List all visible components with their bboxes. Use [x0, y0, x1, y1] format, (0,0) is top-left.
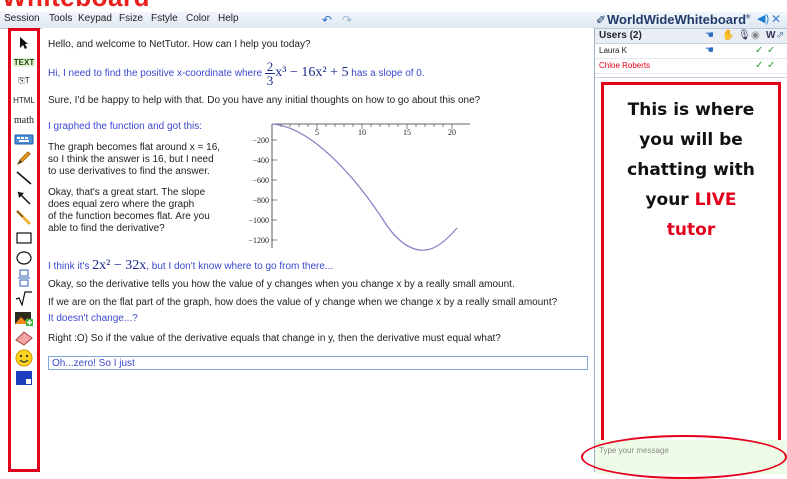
- tutor-message: If we are on the flat part of the graph,…: [48, 297, 558, 308]
- student-message: It doesn't change...?: [48, 313, 138, 324]
- users-panel: Users (2) ☚ ✋ 🎙 ◉ W ⇗ Laura K ☚ ✓ ✓ Chlo…: [595, 29, 787, 78]
- smiley-icon: [15, 349, 33, 367]
- arrow-tool[interactable]: [13, 188, 35, 208]
- y-tick-label: −200: [252, 136, 269, 145]
- menu-tools[interactable]: Tools: [49, 13, 72, 24]
- line-icon: [16, 171, 32, 185]
- rectangle-tool[interactable]: [13, 228, 35, 248]
- student-message: I graphed the function and got this:: [48, 121, 202, 132]
- user-row[interactable]: Laura K ☚ ✓ ✓: [595, 44, 787, 59]
- y-tick-label: −1200: [248, 236, 269, 245]
- user-name: Chloe Roberts: [599, 61, 651, 70]
- redo-icon[interactable]: ↷: [342, 13, 352, 27]
- check-icon: ✓: [767, 45, 776, 56]
- student-message: Hi, I need to find the positive x-coordi…: [48, 59, 425, 88]
- microphone-icon[interactable]: 🎙: [738, 30, 751, 41]
- hand-icon[interactable]: ☚: [705, 30, 714, 41]
- tutor-message: Okay, that's a great start. The slope do…: [48, 187, 210, 234]
- ellipse-icon: [16, 251, 32, 265]
- whiteboard-permission-label: W: [766, 30, 776, 41]
- pointer-tool[interactable]: [13, 33, 35, 53]
- division-icon: [18, 269, 30, 287]
- user-row[interactable]: Chloe Roberts ✓ ✓: [595, 59, 787, 74]
- raise-hand-icon[interactable]: ✋: [722, 30, 734, 41]
- brand-logo-icon: ✐: [596, 13, 607, 27]
- webcam-icon[interactable]: ◉: [751, 30, 760, 41]
- share-icon[interactable]: ⇗: [776, 30, 784, 41]
- menu-keypad[interactable]: Keypad: [78, 13, 112, 24]
- eraser-tool[interactable]: [13, 328, 35, 348]
- hand-icon: ☚: [705, 45, 714, 56]
- rectangle-icon: [16, 232, 32, 244]
- x-tick-label: 20: [448, 128, 456, 137]
- smiley-tool[interactable]: [13, 348, 35, 368]
- function-graph: 5 10 15 20 −200 −400 −600 −800 −1000 −12…: [248, 123, 470, 251]
- color-picker-icon: [16, 371, 32, 385]
- tutor-message: Sure, I'd be happy to help with that. Do…: [48, 95, 481, 106]
- pencil-icon: [16, 151, 31, 166]
- y-tick-label: −400: [252, 156, 269, 165]
- tutor-message: Okay, so the derivative tells you how th…: [48, 279, 515, 290]
- user-name: Laura K: [599, 46, 628, 55]
- menu-color[interactable]: Color: [186, 13, 210, 24]
- y-tick-label: −800: [252, 196, 269, 205]
- menu-bar: Session Tools Keypad Fsize Fstyle Color …: [0, 12, 595, 29]
- annotation-text: This is where you will be chatting with …: [627, 100, 755, 240]
- brand-name: WorldWideWhiteboard®: [607, 12, 751, 27]
- message-input-highlight: [581, 435, 787, 479]
- html-tool[interactable]: HTML: [13, 90, 35, 110]
- highlighter-icon: [15, 209, 32, 226]
- undo-icon[interactable]: ↶: [322, 13, 332, 27]
- color-tool[interactable]: [13, 368, 35, 388]
- menu-fsize[interactable]: Fsize: [119, 13, 143, 24]
- users-title: Users (2): [599, 30, 642, 41]
- check-icon: ✓: [767, 60, 776, 71]
- volume-icon[interactable]: ◀): [757, 12, 769, 25]
- paste-text-tool[interactable]: ⎘T: [13, 71, 35, 91]
- chat-area-annotation: This is where you will be chatting with …: [601, 82, 781, 473]
- fraction: 23: [264, 59, 276, 88]
- x-tick-label: 10: [358, 128, 366, 137]
- line-tool[interactable]: [13, 168, 35, 188]
- x-tick-label: 15: [403, 128, 411, 137]
- menu-help[interactable]: Help: [218, 13, 239, 24]
- square-root-icon: [15, 291, 32, 306]
- close-icon[interactable]: ✕: [771, 12, 781, 26]
- check-icon: ✓: [755, 45, 764, 56]
- image-icon: [15, 312, 33, 326]
- keyboard-icon: [14, 134, 34, 145]
- tutor-message: Right :O) So if the value of the derivat…: [48, 333, 501, 344]
- x-tick-label: 5: [315, 128, 319, 137]
- brand-bar: ✐ WorldWideWhiteboard® ◀) ✕: [595, 12, 787, 29]
- pen-tool[interactable]: [13, 148, 35, 168]
- whiteboard-canvas[interactable]: Hello, and welcome to NetTutor. How can …: [42, 28, 595, 472]
- division-tool[interactable]: [13, 268, 35, 288]
- highlighter-tool[interactable]: [13, 208, 35, 228]
- menu-session[interactable]: Session: [4, 13, 40, 24]
- tutor-message: Hello, and welcome to NetTutor. How can …: [48, 39, 311, 50]
- menu-fstyle[interactable]: Fstyle: [151, 13, 178, 24]
- y-tick-label: −600: [252, 176, 269, 185]
- users-header: Users (2) ☚ ✋ 🎙 ◉ W ⇗: [595, 29, 787, 44]
- image-tool[interactable]: [13, 308, 35, 328]
- page-title-fragment: Whiteboard: [0, 0, 787, 12]
- student-message: I think it's 2x² − 32x, but I don't know…: [48, 258, 334, 273]
- student-message: The graph becomes flat around x = 16, so…: [48, 142, 221, 177]
- math-tool[interactable]: math: [13, 110, 35, 130]
- sqrt-tool[interactable]: [13, 288, 35, 308]
- arrow-pointer-icon: [20, 37, 28, 49]
- ellipse-tool[interactable]: [13, 248, 35, 268]
- text-tool[interactable]: TEXT: [12, 52, 36, 72]
- y-tick-label: −1000: [248, 216, 269, 225]
- keyboard-tool[interactable]: [13, 129, 35, 149]
- arrow-icon: [17, 191, 31, 205]
- eraser-icon: [15, 331, 33, 346]
- check-icon: ✓: [755, 60, 764, 71]
- function-curve: [271, 123, 458, 251]
- tool-palette: TEXT ⎘T HTML math: [8, 28, 40, 472]
- whiteboard-text-input[interactable]: Oh...zero! So I just: [48, 356, 588, 370]
